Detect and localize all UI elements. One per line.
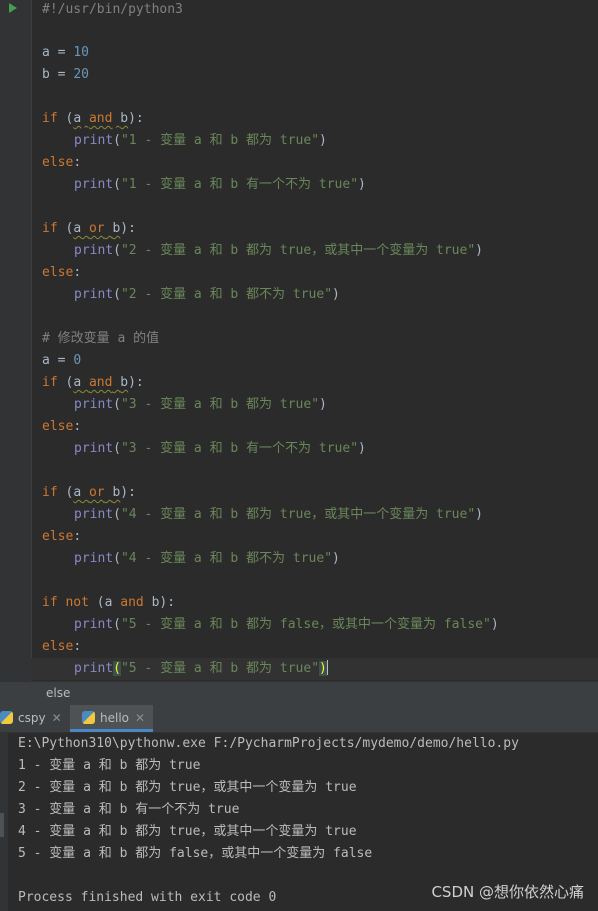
console-gutter-marker bbox=[0, 813, 4, 837]
code-line-print-2-true: print("2 - 变量 a 和 b 都为 true，或其中一个变量为 tru… bbox=[74, 243, 483, 258]
code-line-if-3: if (a and b): bbox=[42, 375, 144, 390]
console-line-output: 2 - 变量 a 和 b 都为 true，或其中一个变量为 true bbox=[18, 780, 357, 795]
console-line-output: 5 - 变量 a 和 b 都为 false，或其中一个变量为 false bbox=[18, 846, 373, 861]
breadcrumb-item-else[interactable]: else bbox=[46, 686, 70, 700]
console-line-exit: Process finished with exit code 0 bbox=[18, 890, 277, 905]
code-line-reassign-a: a = 0 bbox=[42, 353, 82, 368]
code-line-print-2-false: print("2 - 变量 a 和 b 都不为 true") bbox=[74, 287, 340, 302]
code-line-if-1: if (a and b): bbox=[42, 111, 144, 126]
code-line-if-4: if (a or b): bbox=[42, 485, 136, 500]
code-line-print-1-true: print("1 - 变量 a 和 b 都为 true") bbox=[74, 133, 327, 148]
code-line-print-3-false: print("3 - 变量 a 和 b 有一个不为 true") bbox=[74, 441, 366, 456]
run-console[interactable]: E:\Python310\pythonw.exe F:/PycharmProje… bbox=[0, 733, 598, 911]
run-tool-window-tabs: cspy ✕ hello ✕ bbox=[0, 705, 598, 733]
matched-open-paren: ( bbox=[113, 661, 121, 676]
editor-gutter bbox=[0, 0, 32, 681]
run-icon[interactable] bbox=[9, 3, 17, 13]
console-line-output: 3 - 变量 a 和 b 有一个不为 true bbox=[18, 802, 240, 817]
tab-label: hello bbox=[100, 711, 129, 725]
python-file-icon bbox=[0, 711, 13, 724]
code-line-shebang: #!/usr/bin/python3 bbox=[42, 0, 183, 21]
console-gutter bbox=[0, 733, 8, 911]
code-line-else-5: else: bbox=[42, 639, 82, 654]
code-line-current[interactable]: print("5 - 变量 a 和 b 都为 true") bbox=[31, 658, 598, 680]
close-icon[interactable]: ✕ bbox=[52, 711, 62, 725]
code-editor[interactable]: #!/usr/bin/python3 a = 10 b = 20 if (a a… bbox=[0, 0, 598, 681]
tab-hello[interactable]: hello ✕ bbox=[70, 705, 154, 732]
code-line-print-1-false: print("1 - 变量 a 和 b 有一个不为 true") bbox=[74, 177, 366, 192]
code-line-else-2: else: bbox=[42, 265, 82, 280]
code-line-print-4-false: print("4 - 变量 a 和 b 都不为 true") bbox=[74, 551, 340, 566]
text-caret bbox=[326, 660, 328, 675]
python-file-icon bbox=[82, 711, 95, 724]
console-line-command: E:\Python310\pythonw.exe F:/PycharmProje… bbox=[18, 736, 519, 751]
code-line-comment: # 修改变量 a 的值 bbox=[42, 331, 160, 346]
code-line-else-3: else: bbox=[42, 419, 82, 434]
watermark: CSDN @想你依然心痛 bbox=[431, 883, 584, 901]
code-line-else-1: else: bbox=[42, 155, 82, 170]
tab-cspy[interactable]: cspy ✕ bbox=[0, 705, 70, 732]
console-line-output: 1 - 变量 a 和 b 都为 true bbox=[18, 758, 201, 773]
code-line-print-4-true: print("4 - 变量 a 和 b 都为 true，或其中一个变量为 tru… bbox=[74, 507, 483, 522]
code-line-assign-b: b = 20 bbox=[42, 67, 89, 82]
code-line-if-2: if (a or b): bbox=[42, 221, 136, 236]
matched-close-paren: ) bbox=[319, 661, 327, 676]
code-line-print-5-true: print("5 - 变量 a 和 b 都为 false，或其中一个变量为 fa… bbox=[74, 617, 499, 632]
code-line-if-5: if not (a and b): bbox=[42, 595, 176, 610]
code-line-assign-a: a = 10 bbox=[42, 45, 89, 60]
tab-label: cspy bbox=[18, 711, 46, 725]
code-line-else-4: else: bbox=[42, 529, 82, 544]
console-line-output: 4 - 变量 a 和 b 都为 true，或其中一个变量为 true bbox=[18, 824, 357, 839]
code-line-print-3-true: print("3 - 变量 a 和 b 都为 true") bbox=[74, 397, 327, 412]
breadcrumb: else bbox=[0, 681, 598, 706]
close-icon[interactable]: ✕ bbox=[135, 711, 145, 725]
shebang-comment: #!/usr/bin/python3 bbox=[42, 2, 183, 17]
